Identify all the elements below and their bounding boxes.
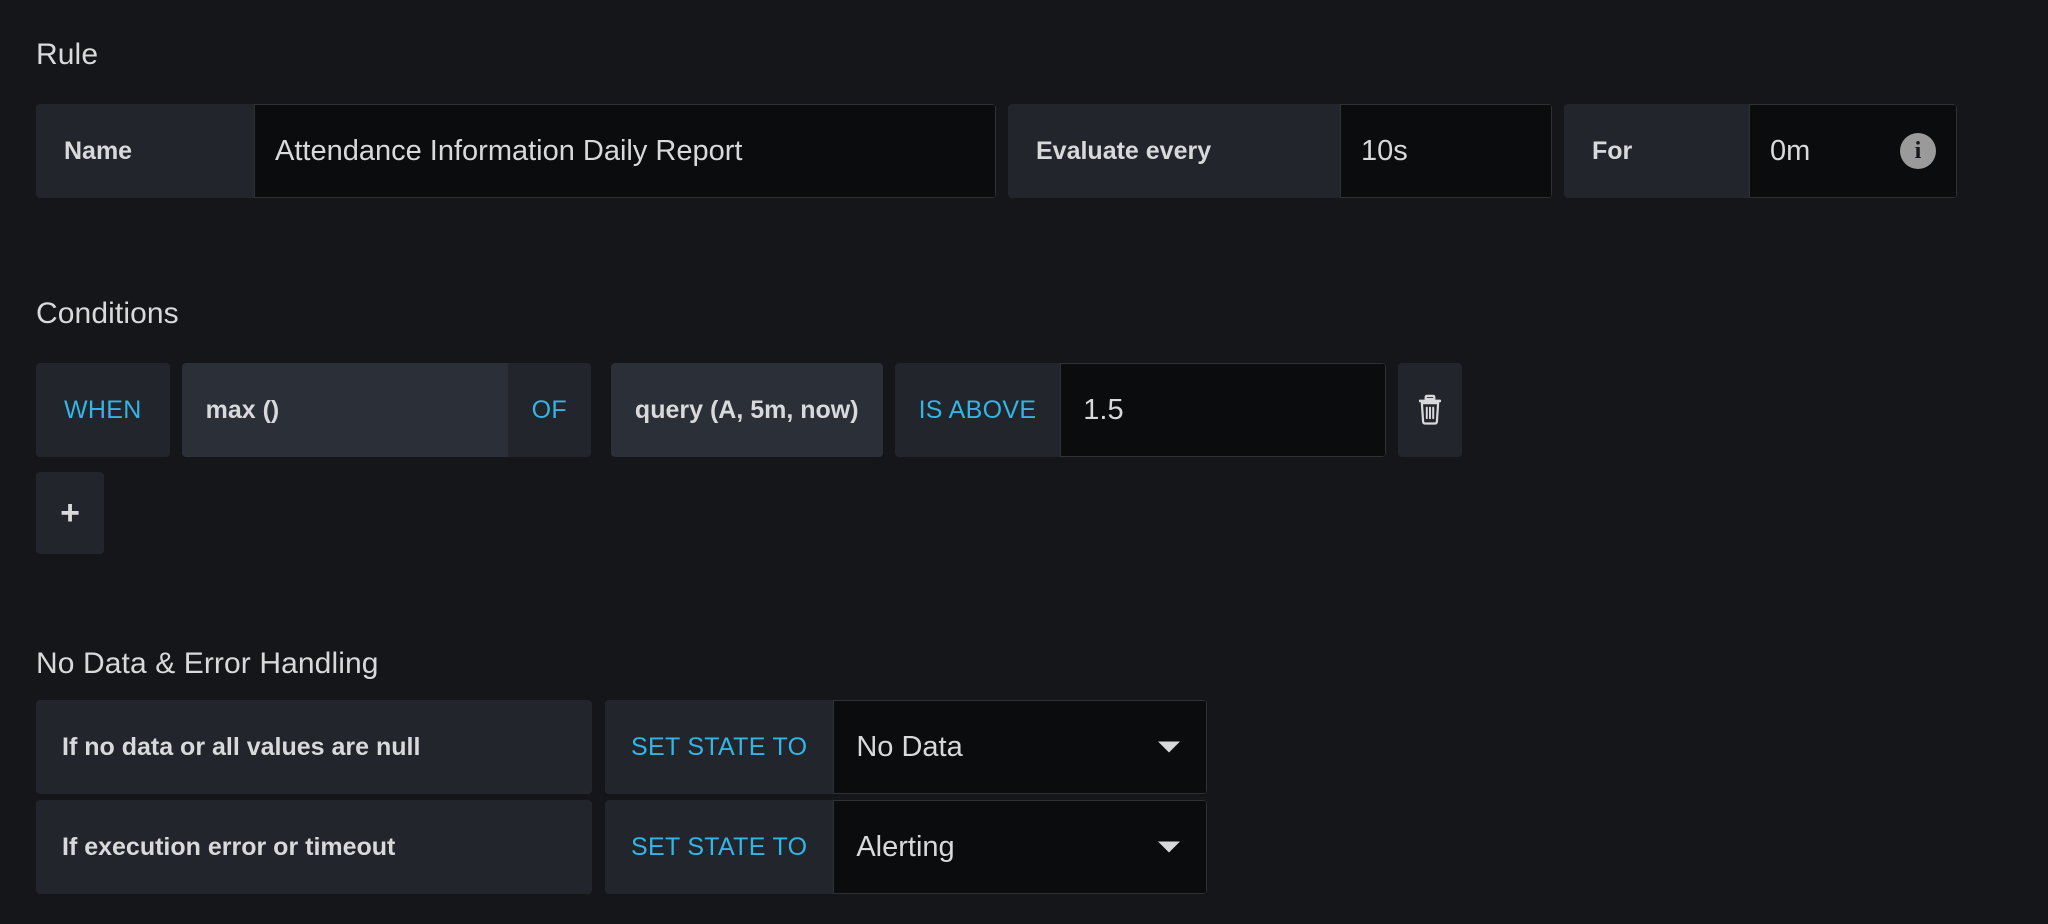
execution-error-state-value: Alerting [856, 830, 955, 863]
chevron-down-icon [1158, 741, 1181, 753]
condition-query-select[interactable]: query (A, 5m, now) [610, 363, 883, 457]
no-data-state-group: SET STATE TO No Data [605, 700, 1208, 794]
for-input-wrapper[interactable]: 0m i [1749, 104, 1957, 198]
condition-threshold-input[interactable]: 1.5 [1060, 363, 1387, 457]
for-label: For [1564, 104, 1749, 198]
rule-name-field-group: Name Attendance Information Daily Report [36, 104, 996, 198]
conditions-section-heading: Conditions [36, 297, 179, 330]
evaluate-every-input[interactable]: 10s [1340, 104, 1552, 198]
no-data-state-select[interactable]: No Data [833, 700, 1208, 794]
evaluate-every-field-group: Evaluate every 10s [1008, 104, 1552, 198]
condition-reducer-select[interactable]: max () [181, 363, 508, 457]
condition-when-label: WHEN [36, 363, 170, 457]
rule-section-heading: Rule [36, 38, 99, 71]
condition-row: WHEN max () OF query (A, 5m, now) IS ABO… [36, 363, 1463, 457]
execution-error-handling-row: If execution error or timeout SET STATE … [36, 800, 1208, 894]
no-data-description: If no data or all values are null [36, 700, 592, 794]
execution-error-state-select[interactable]: Alerting [833, 800, 1208, 894]
execution-error-description: If execution error or timeout [36, 800, 592, 894]
no-data-state-value: No Data [856, 730, 963, 763]
trash-icon [1419, 394, 1442, 425]
add-condition-button[interactable]: + [36, 472, 104, 554]
alert-rule-editor: Rule Name Attendance Information Daily R… [0, 0, 2048, 924]
for-duration-field-group: For 0m i [1564, 104, 1957, 198]
no-data-handling-row: If no data or all values are null SET ST… [36, 700, 1208, 794]
condition-evaluator-group: IS ABOVE 1.5 [894, 363, 1387, 457]
condition-of-label: OF [507, 363, 591, 457]
delete-condition-button[interactable] [1398, 363, 1463, 457]
for-input-value: 0m [1770, 134, 1811, 167]
rule-name-input[interactable]: Attendance Information Daily Report [254, 104, 996, 198]
no-data-error-handling-heading: No Data & Error Handling [36, 647, 379, 680]
plus-icon: + [60, 494, 80, 532]
no-data-set-state-label: SET STATE TO [605, 700, 834, 794]
chevron-down-icon [1158, 841, 1181, 853]
execution-error-state-group: SET STATE TO Alerting [605, 800, 1208, 894]
evaluate-every-label: Evaluate every [1008, 104, 1340, 198]
condition-evaluator-label[interactable]: IS ABOVE [894, 363, 1061, 457]
info-icon[interactable]: i [1900, 133, 1936, 169]
rule-name-label: Name [36, 104, 254, 198]
execution-error-set-state-label: SET STATE TO [605, 800, 834, 894]
